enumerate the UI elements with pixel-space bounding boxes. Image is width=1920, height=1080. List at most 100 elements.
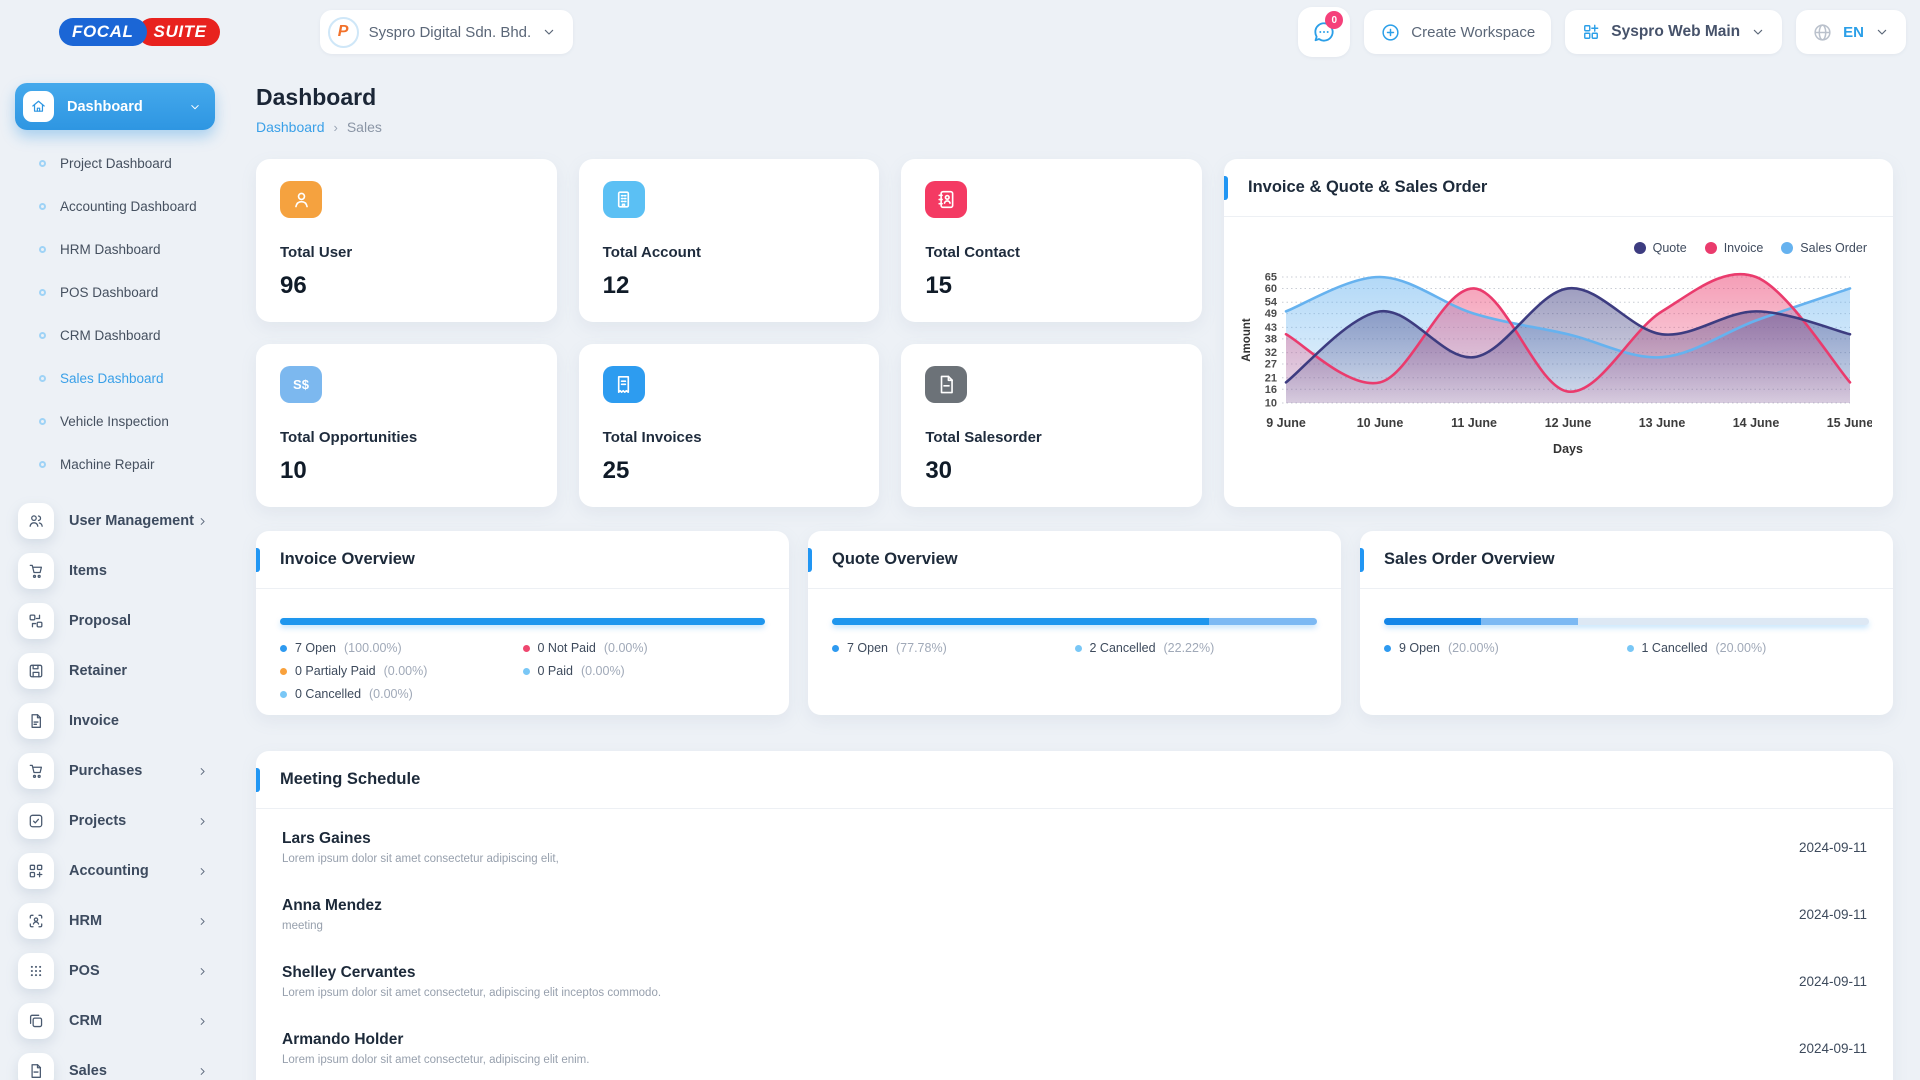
sidebar-subitem-hrm-dashboard[interactable]: HRM Dashboard: [15, 228, 215, 271]
overview-legend: 9 Open (20.00%) 1 Cancelled (20.00%): [1384, 641, 1869, 655]
meeting-row-lars-gaines[interactable]: Lars Gaines Lorem ipsum dolor sit amet c…: [282, 815, 1867, 882]
sidebar-subitem-label: Accounting Dashboard: [60, 199, 197, 214]
sidebar-item-invoice[interactable]: Invoice: [15, 696, 215, 746]
meeting-row-shelley-cervantes[interactable]: Shelley Cervantes Lorem ipsum dolor sit …: [282, 949, 1867, 1016]
workspace-selector[interactable]: Syspro Web Main: [1565, 10, 1782, 54]
invoice-quote-sales-chart: 10162127323843495460659 June10 June11 Ju…: [1238, 261, 1872, 461]
chart-area: 10162127323843495460659 June10 June11 Ju…: [1224, 255, 1893, 466]
stat-label: Total Contact: [925, 244, 1178, 261]
legend-percent: (0.00%): [604, 641, 648, 655]
bullet-icon: [39, 160, 46, 167]
meeting-row-anna-mendez[interactable]: Anna Mendez meeting 2024-09-11: [282, 882, 1867, 949]
legend-percent: (20.00%): [1716, 641, 1767, 655]
stat-value: 12: [603, 272, 856, 300]
sidebar-item-retainer[interactable]: Retainer: [15, 646, 215, 696]
stat-card-total-opportunities[interactable]: S$ Total Opportunities 10: [256, 344, 557, 507]
stat-label: Total Salesorder: [925, 429, 1178, 446]
sidebar-subitem-accounting-dashboard[interactable]: Accounting Dashboard: [15, 185, 215, 228]
chevron-right-icon: [196, 815, 209, 828]
legend-dot-icon: [280, 668, 287, 675]
legend-item-9-open: 9 Open (20.00%): [1384, 641, 1627, 655]
legend-item-invoice[interactable]: Invoice: [1705, 241, 1764, 255]
language-selector[interactable]: EN: [1796, 10, 1906, 54]
legend-dot-icon: [1781, 242, 1793, 254]
cart-icon: [18, 753, 54, 789]
svg-text:10 June: 10 June: [1357, 416, 1404, 430]
create-workspace-button[interactable]: Create Workspace: [1364, 10, 1551, 54]
company-logo-icon: P: [328, 17, 359, 48]
sidebar-item-pos[interactable]: POS: [15, 946, 215, 996]
sidebar-subitem-label: CRM Dashboard: [60, 328, 161, 343]
sidebar-item-projects[interactable]: Projects: [15, 796, 215, 846]
sidebar-item-purchases[interactable]: Purchases: [15, 746, 215, 796]
sidebar-item-user-management[interactable]: User Management: [15, 496, 215, 546]
overview-title: Sales Order Overview: [1384, 550, 1555, 569]
svg-text:14 June: 14 June: [1733, 416, 1780, 430]
sidebar-item-accounting[interactable]: Accounting: [15, 846, 215, 896]
sidebar-item-crm[interactable]: CRM: [15, 996, 215, 1046]
sidebar-subitem-sales-dashboard[interactable]: Sales Dashboard: [15, 357, 215, 400]
dots-grid-icon: [18, 953, 54, 989]
breadcrumb: Dashboard › Sales: [256, 119, 1893, 135]
svg-text:12 June: 12 June: [1545, 416, 1592, 430]
meeting-card-header: Meeting Schedule: [256, 751, 1893, 809]
meeting-name: Lars Gaines: [282, 830, 559, 848]
legend-percent: (100.00%): [344, 641, 402, 655]
main-content: Dashboard Dashboard › Sales Total User 9…: [232, 58, 1920, 1080]
chevron-right-icon: [196, 1015, 209, 1028]
sidebar-item-label: Items: [69, 563, 107, 579]
x-axis-label: Days: [1553, 442, 1583, 456]
svg-text:9 June: 9 June: [1266, 416, 1306, 430]
messages-button[interactable]: 0: [1298, 7, 1350, 57]
legend-text: 7 Open: [295, 641, 336, 655]
sidebar-item-hrm[interactable]: HRM: [15, 896, 215, 946]
sidebar-item-items[interactable]: Items: [15, 546, 215, 596]
svg-text:27: 27: [1265, 359, 1277, 371]
stat-value: 30: [925, 457, 1178, 485]
sidebar-subitem-pos-dashboard[interactable]: POS Dashboard: [15, 271, 215, 314]
legend-text: 0 Partialy Paid: [295, 664, 376, 678]
progress-bar: [832, 618, 1317, 625]
breadcrumb-link-dashboard[interactable]: Dashboard: [256, 119, 325, 135]
stat-card-total-invoices[interactable]: Total Invoices 25: [579, 344, 880, 507]
legend-text: 0 Not Paid: [538, 641, 596, 655]
sidebar-item-sales[interactable]: Sales: [15, 1046, 215, 1080]
check-square-icon: [18, 803, 54, 839]
meeting-description: meeting: [282, 920, 382, 932]
sidebar-subitem-project-dashboard[interactable]: Project Dashboard: [15, 142, 215, 185]
meeting-date: 2024-09-11: [1799, 974, 1867, 989]
progress-segment: [1578, 618, 1869, 625]
sidebar-subitem-label: Project Dashboard: [60, 156, 172, 171]
company-name: Syspro Digital Sdn. Bhd.: [369, 24, 532, 41]
meeting-row-armando-holder[interactable]: Armando Holder Lorem ipsum dolor sit ame…: [282, 1016, 1867, 1080]
progress-segment: [280, 618, 765, 625]
legend-percent: (22.22%): [1164, 641, 1215, 655]
stat-card-total-salesorder[interactable]: Total Salesorder 30: [901, 344, 1202, 507]
stat-card-total-contact[interactable]: Total Contact 15: [901, 159, 1202, 322]
legend-item-quote[interactable]: Quote: [1634, 241, 1687, 255]
chevron-right-icon: [196, 515, 209, 528]
sidebar-subitem-vehicle-inspection[interactable]: Vehicle Inspection: [15, 400, 215, 443]
legend-percent: (0.00%): [384, 664, 428, 678]
overview-card-invoice-overview: Invoice Overview 7 Open (100.00%) 0 Part…: [256, 531, 789, 715]
stat-card-total-account[interactable]: Total Account 12: [579, 159, 880, 322]
stat-card-total-user[interactable]: Total User 96: [256, 159, 557, 322]
chevron-down-icon: [1874, 24, 1890, 40]
plus-circle-icon: [1380, 22, 1401, 43]
globe-icon: [1812, 22, 1833, 43]
workspace-grid-icon: [1581, 22, 1601, 42]
sidebar-item-dashboard[interactable]: Dashboard: [15, 83, 215, 130]
sidebar-item-proposal[interactable]: Proposal: [15, 596, 215, 646]
legend-dot-icon: [1634, 242, 1646, 254]
legend-item-sales-order[interactable]: Sales Order: [1781, 241, 1867, 255]
sidebar-item-label: CRM: [69, 1013, 102, 1029]
sidebar-subitem-crm-dashboard[interactable]: CRM Dashboard: [15, 314, 215, 357]
brand-logo[interactable]: FOCAL SUITE: [59, 18, 220, 46]
company-selector[interactable]: P Syspro Digital Sdn. Bhd.: [320, 10, 574, 54]
legend-dot-icon: [1627, 645, 1634, 652]
sidebar-subitem-machine-repair[interactable]: Machine Repair: [15, 443, 215, 486]
meeting-name: Anna Mendez: [282, 897, 382, 915]
legend-dot-icon: [280, 691, 287, 698]
svg-text:10: 10: [1265, 398, 1277, 410]
meeting-date: 2024-09-11: [1799, 907, 1867, 922]
